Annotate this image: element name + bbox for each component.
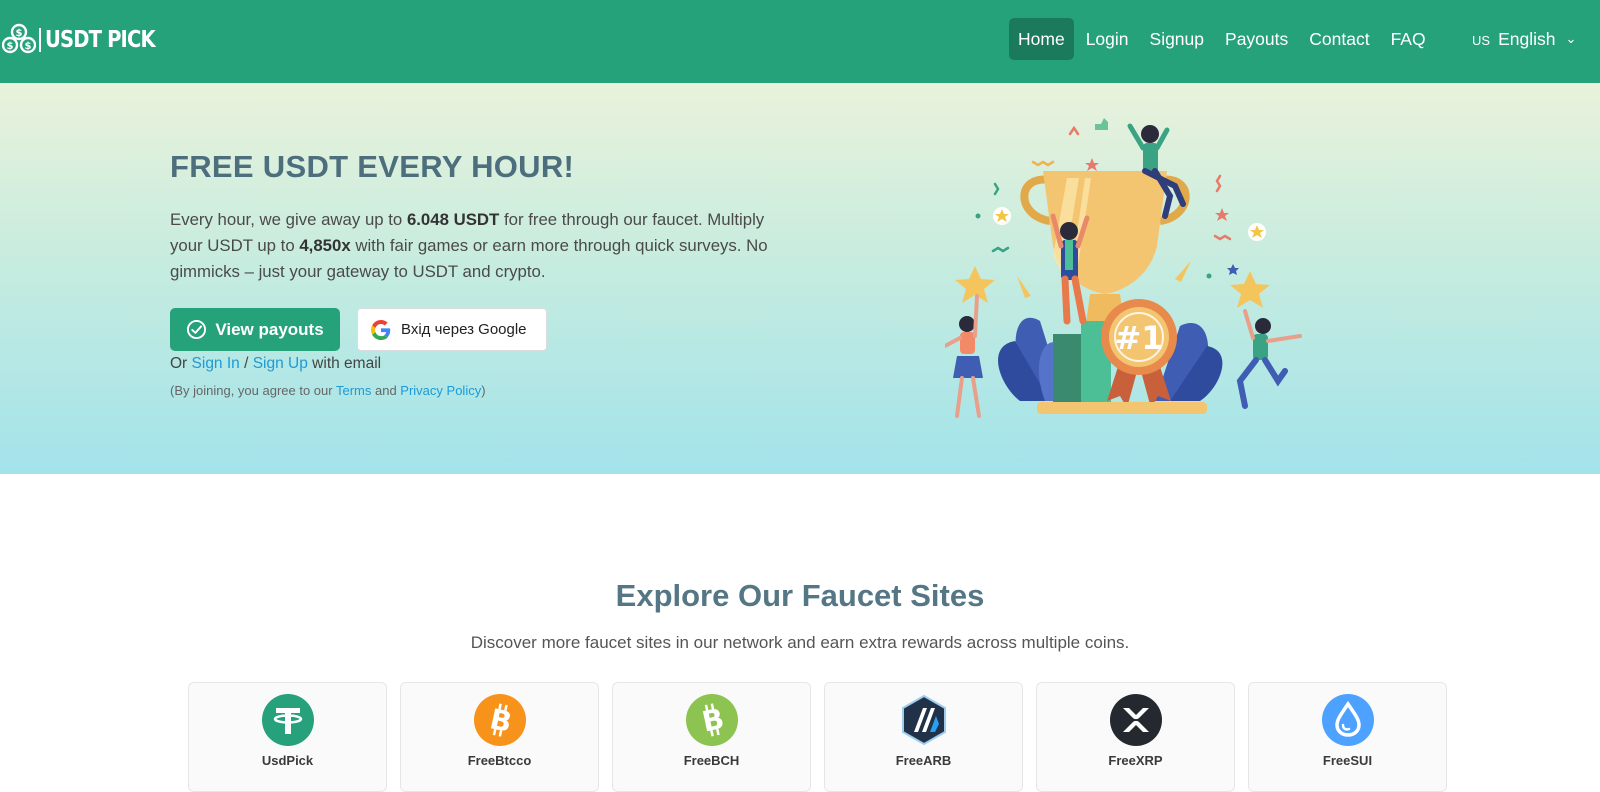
language-flag-code: US [1472,33,1491,48]
bitcoin-cash-icon: B [686,694,738,746]
sign-up-link[interactable]: Sign Up [253,355,308,372]
google-signin-button[interactable]: Вхід через Google [357,308,547,351]
sign-in-link[interactable]: Sign In [192,355,240,372]
tether-icon [262,694,314,746]
view-payouts-button[interactable]: View payouts [170,308,340,351]
brand-name: USDT PICK [45,27,156,53]
chevron-down-icon: ⌄ [1565,31,1577,46]
terms-notice: (By joining, you agree to our Terms and … [170,383,486,398]
faucet-card-freesui[interactable]: FreeSUI [1248,682,1447,792]
email-signin-text: Or Sign In / Sign Up with email [170,355,382,372]
brand-logo[interactable]: $ $ $ USDT PICK [2,22,174,58]
google-icon [371,319,391,340]
faucet-card-freearb[interactable]: FreeARB [824,682,1023,792]
faucet-card-usdpick[interactable]: UsdPick [188,682,387,792]
explore-title: Explore Our Faucet Sites [615,578,985,613]
svg-text:$: $ [7,41,14,52]
arbitrum-icon [898,694,950,746]
brand-divider [39,28,41,52]
faucet-card-freexrp[interactable]: FreeXRP [1036,682,1235,792]
nav-signup[interactable]: Signup [1141,18,1214,60]
explore-subtitle: Discover more faucet sites in our networ… [470,633,1130,652]
hero-amount: 6.048 USDT [406,210,500,229]
svg-text:$: $ [25,41,32,52]
faucet-card-freebch[interactable]: B FreeBCH [612,682,811,792]
hero-section: FREE USDT EVERY HOUR! Every hour, we giv… [0,83,1600,474]
faucet-card-name: FreeXRP [1108,753,1163,768]
google-signin-label: Вхід через Google [401,321,527,338]
faucet-card-name: FreeBCH [683,753,740,768]
privacy-policy-link[interactable]: Privacy Policy [400,383,481,398]
sui-icon [1322,694,1374,746]
main-nav: Home Login Signup Payouts Contact FAQ [1009,18,1438,60]
navbar: $ $ $ USDT PICK Home Login Signup Payout… [0,0,1600,83]
view-payouts-label: View payouts [215,319,324,339]
trophy-celebration-illustration: #1 [945,118,1302,418]
nav-login[interactable]: Login [1077,18,1138,60]
hero-multiplier: 4,850x [299,236,351,255]
nav-home[interactable]: Home [1009,18,1074,60]
svg-text:$: $ [16,28,23,39]
faucet-card-name: FreeARB [895,753,952,768]
language-label: English [1498,28,1556,49]
coins-logo-icon: $ $ $ [2,23,36,54]
faucet-card-name: FreeSUI [1322,753,1373,768]
nav-payouts[interactable]: Payouts [1216,18,1297,60]
faucet-card-name: FreeBtcco [467,753,532,768]
faucet-card-name: UsdPick [261,753,314,768]
terms-link[interactable]: Terms [336,383,371,398]
nav-contact[interactable]: Contact [1300,18,1378,60]
faucet-card-freebtcco[interactable]: B FreeBtcco [400,682,599,792]
bitcoin-icon: B [474,694,526,746]
hero-title: FREE USDT EVERY HOUR! [170,149,575,184]
language-selector[interactable]: US English ⌄ [1472,18,1576,60]
nav-faq[interactable]: FAQ [1382,18,1435,60]
rank-badge-text: #1 [1114,319,1163,357]
faucet-sites-grid: UsdPick B FreeBtcco B FreeBCH FreeARB Fr… [188,682,1448,792]
hero-description: Every hour, we give away up to 6.048 USD… [170,210,768,281]
check-circle-icon [187,319,207,340]
xrp-icon [1110,694,1162,746]
